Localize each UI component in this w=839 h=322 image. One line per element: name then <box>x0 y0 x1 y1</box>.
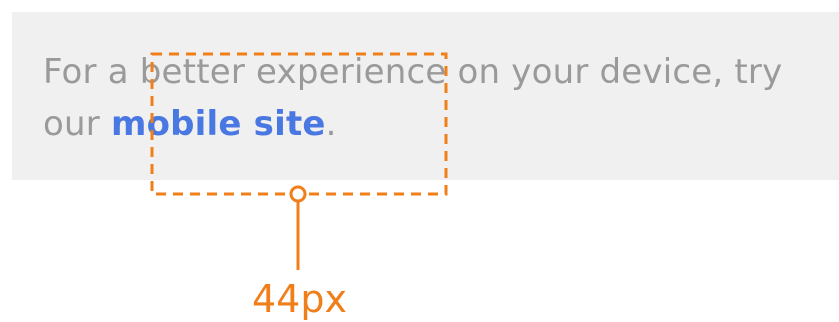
touch-target-annotation <box>150 52 448 270</box>
touch-target-box <box>150 52 448 196</box>
target-size-label: 44px <box>252 277 347 321</box>
annotation-anchor-circle <box>289 185 307 203</box>
